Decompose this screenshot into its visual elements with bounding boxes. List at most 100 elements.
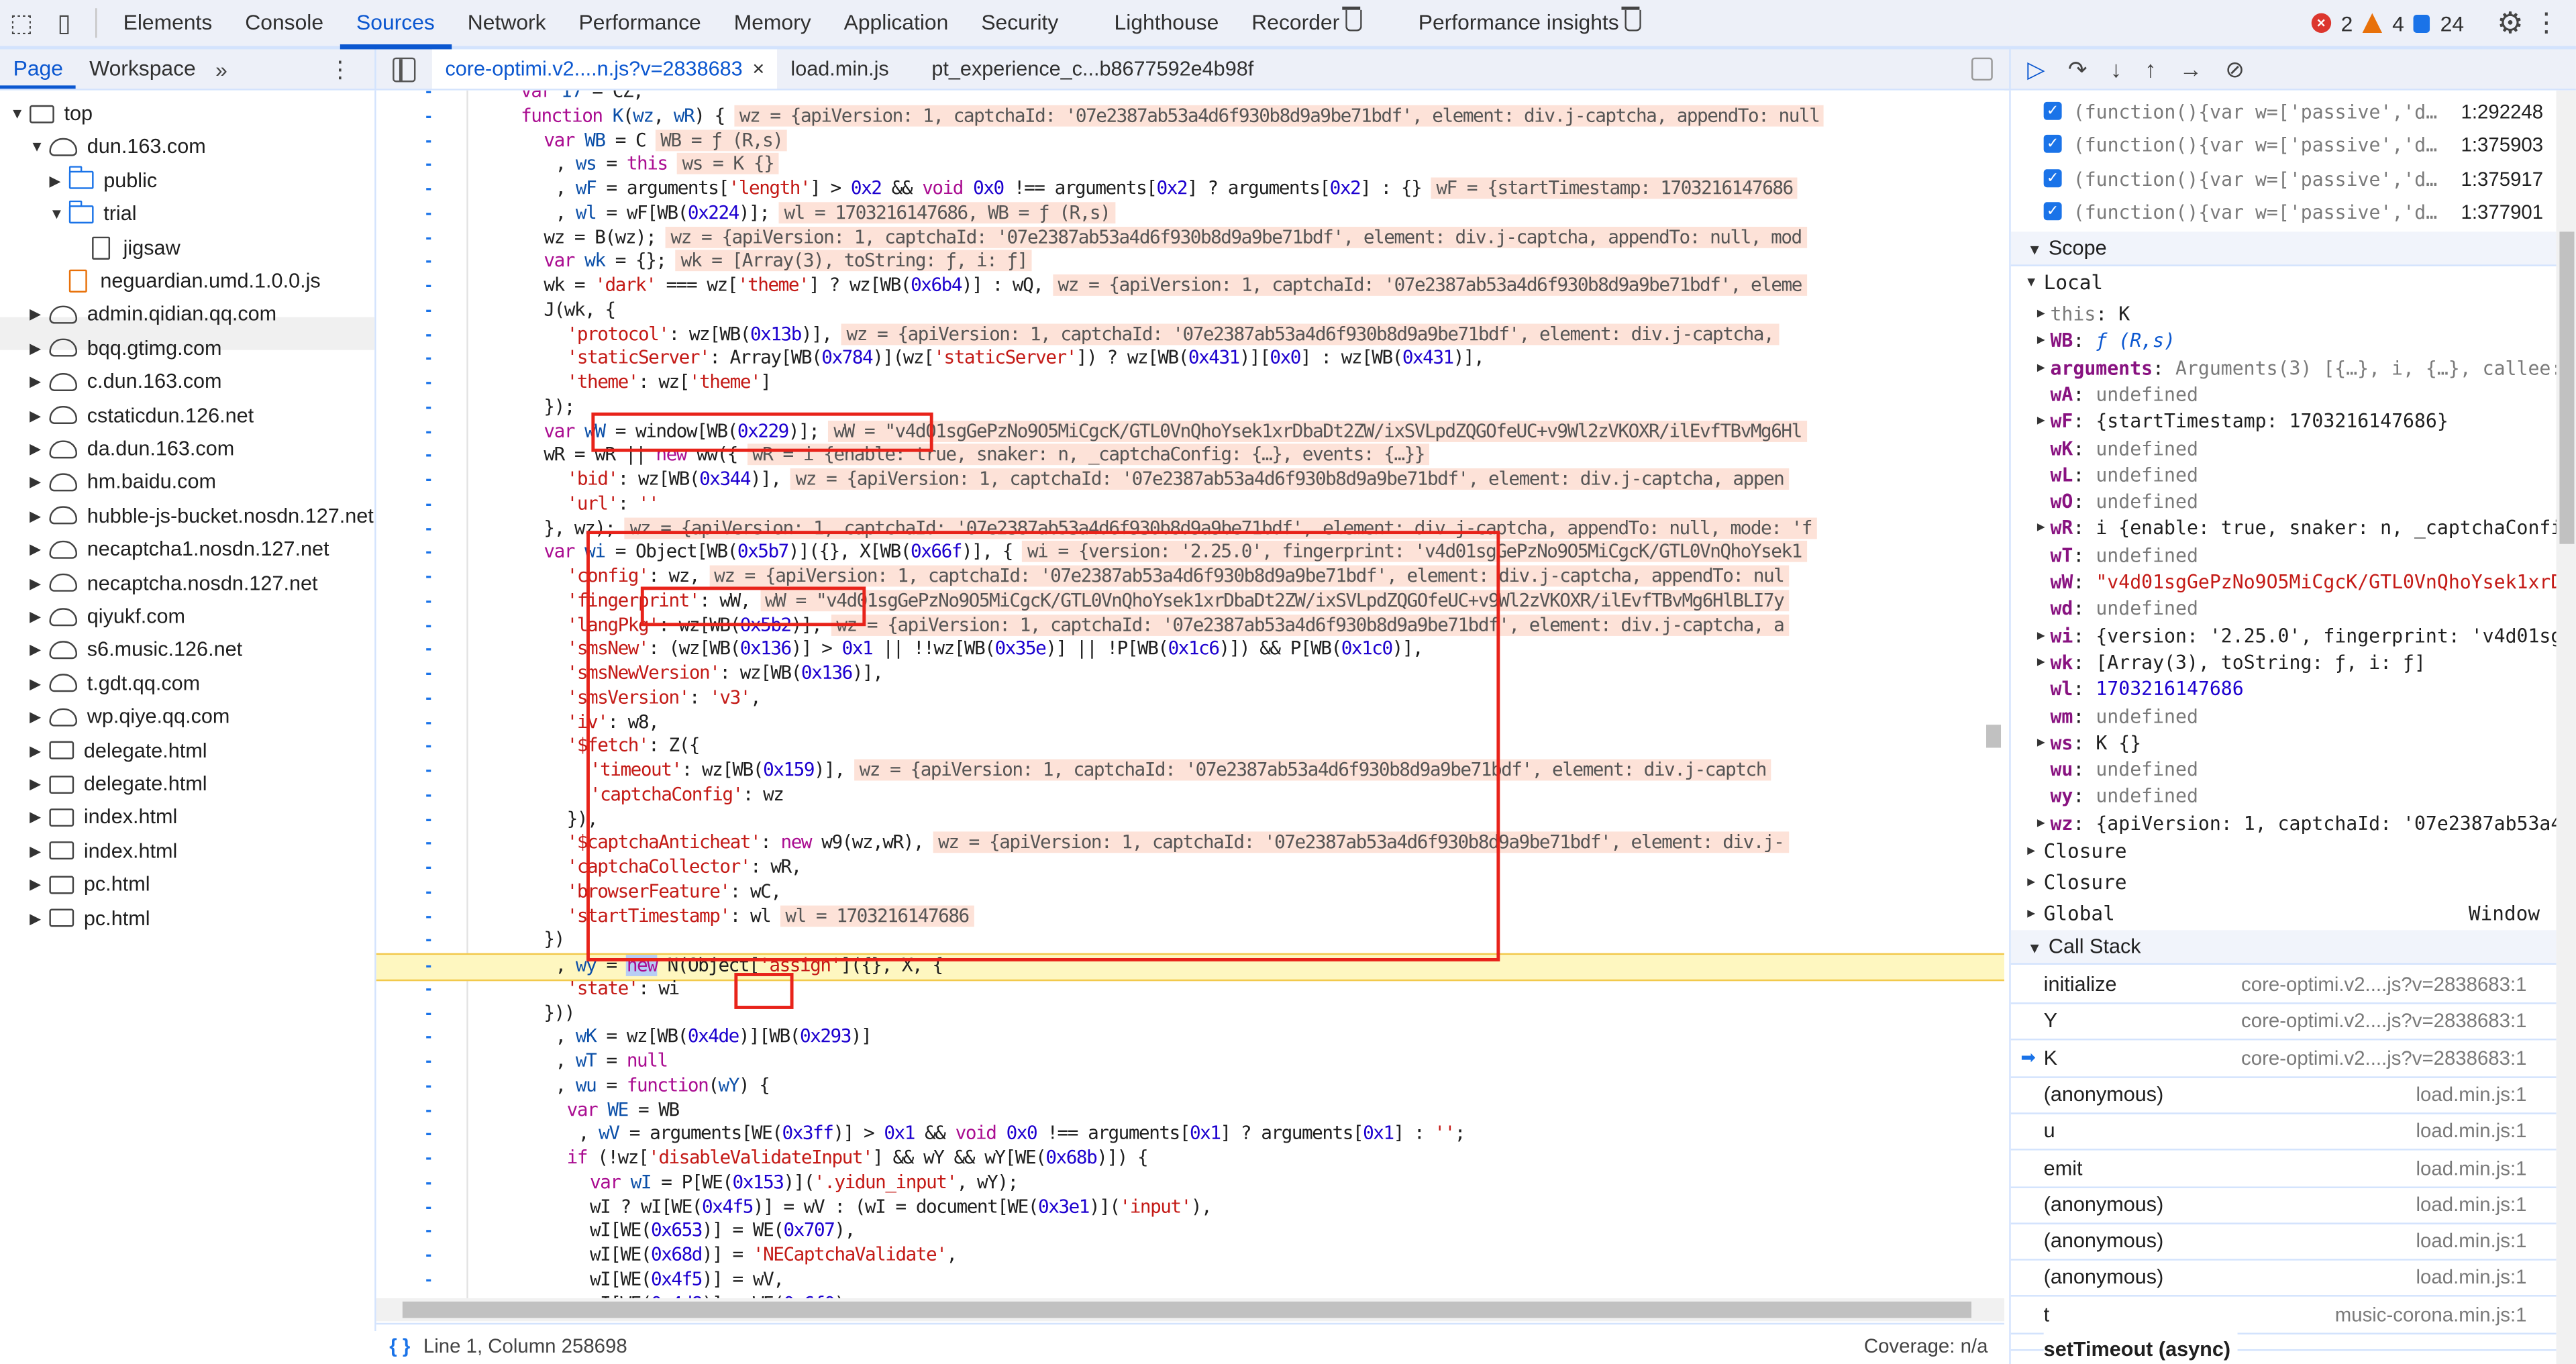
hscroll-thumb[interactable] [402,1301,1971,1318]
line-marker[interactable]: - [425,711,431,735]
line-marker[interactable]: - [425,566,431,590]
expand-triangle-icon[interactable]: ▶ [30,700,46,733]
scope-variable[interactable]: wd: undefined [2011,595,2557,622]
code-line[interactable]: - , ws = this ws = K {} [376,153,2004,177]
device-toolbar-icon[interactable]: ▯ [43,0,86,46]
line-marker[interactable]: - [425,420,431,444]
tree-item[interactable]: ▶ admin.qidian.qq.com [30,298,276,331]
call-frame-location[interactable]: music-corona.min.js:1 [2335,1296,2527,1332]
line-marker[interactable]: - [425,323,431,347]
tab-recorder[interactable]: Recorder [1235,0,1379,46]
tab-performance[interactable]: Performance [562,0,717,46]
scope-variable[interactable]: wW: "v4d01sgGePzNo9O5MiCgcK/GTL0VnQhoYse… [2011,568,2556,595]
expand-triangle-icon[interactable]: ▶ [30,432,46,465]
line-marker[interactable]: - [425,1147,431,1171]
tab-workspace[interactable]: Workspace [76,49,209,89]
call-frame-location[interactable]: load.min.js:1 [2416,1186,2527,1222]
code-line[interactable]: - 'bid': wz[WB(0x344)], wz = {apiVersion: … [376,468,2004,492]
expand-triangle-icon[interactable]: ▶ [30,768,46,800]
line-marker[interactable]: - [425,1026,431,1050]
code-editor[interactable]: - var I7 = CZ; - function K(wz, wR) {wz = {… [376,90,2004,1299]
code-line[interactable]: - wI[WE(0x653)] = WE(0x707), [376,1220,2004,1244]
line-marker[interactable]: - [425,735,431,759]
expand-triangle-icon[interactable]: ▶ [30,298,46,331]
line-marker[interactable]: - [425,1292,431,1298]
breakpoint-item[interactable]: ✓ (function(){var w=['passive','d… 1:29224… [2011,95,2553,128]
line-marker[interactable]: - [425,299,431,323]
line-marker[interactable]: - [425,1220,431,1244]
line-marker[interactable]: - [425,1002,431,1026]
tree-item[interactable]: ▶ t.gdt.qq.com [30,667,200,700]
call-frame[interactable]: (anonymous) load.min.js:1 [2010,1223,2557,1261]
tree-item[interactable]: ▼ top [10,97,93,130]
tree-item[interactable]: ▶ hm.baidu.com [30,466,216,499]
tree-item[interactable]: ▶ necaptcha1.nosdn.127.net [30,533,329,566]
call-frame-location[interactable]: load.min.js:1 [2416,1223,2527,1259]
expand-triangle-icon[interactable]: ▶ [30,801,46,834]
message-count[interactable]: 24 [2440,11,2464,36]
code-line[interactable]: - if (!wz['disableValidateInput'] && wY &… [376,1147,2004,1171]
code-line[interactable]: -})) [376,1002,2004,1026]
code-line[interactable]: - wI[WE(0x4d8)] = WE(0x6f0) [376,1292,2004,1298]
call-stack-section-header[interactable]: ▼ Call Stack [2010,930,2557,965]
line-marker[interactable]: - [425,91,431,105]
expand-triangle-icon[interactable]: ▶ [30,600,46,633]
tree-item[interactable]: ▶ delegate.html [30,734,207,767]
code-line[interactable]: - var WE = WB [376,1098,2004,1122]
line-marker[interactable]: - [425,1268,431,1292]
tree-item[interactable]: ▼ trial [49,197,137,230]
line-marker[interactable]: - [425,274,431,299]
expand-triangle-icon[interactable]: ▶ [2027,837,2043,866]
deactivate-breakpoints-icon[interactable]: ⊘ [2225,55,2245,83]
scope-variable[interactable]: ▶ wi: {version: '2.25.0', fingerprint: 'v… [2011,622,2557,649]
expand-triangle-icon[interactable]: ▶ [30,466,46,499]
scope-variable[interactable]: wu: undefined [2011,756,2557,783]
step-out-icon[interactable]: ↑ [2145,56,2156,82]
tab-memory[interactable]: Memory [717,0,827,46]
line-marker[interactable]: - [425,250,431,274]
tree-item[interactable]: ▶ necaptcha.nosdn.127.net [30,566,317,599]
code-line[interactable]: - , wu = function(wY) { [376,1074,2004,1098]
scope-variable[interactable]: ▶ arguments: Arguments(3) [{…}, i, {…}, c… [2011,354,2557,381]
scope-group-closure[interactable]: ▶ Closure [2011,837,2557,866]
scope-variable[interactable]: ▶ ws: K {} [2011,729,2557,756]
tab-page[interactable]: Page [0,49,77,89]
tree-item[interactable]: ▶ wp.qiye.qq.com [30,700,229,733]
toggle-debugger-icon[interactable] [1971,57,1993,81]
close-tab-icon[interactable]: × [752,58,764,81]
code-line[interactable]: - wI[WE(0x4f5)] = wV, [376,1268,2004,1292]
line-marker[interactable]: - [425,1123,431,1147]
tree-item[interactable]: ▶ da.dun.163.com [30,432,234,465]
sidebar-scroll-thumb[interactable] [2559,231,2575,544]
breakpoint-checkbox[interactable]: ✓ [2043,101,2062,120]
line-marker[interactable]: - [425,226,431,250]
line-marker[interactable]: - [425,1196,431,1220]
scope-variable[interactable]: wL: undefined [2011,462,2557,488]
call-frame[interactable]: initialize core-optimi.v2....js?v=2838683… [2010,966,2557,1004]
warning-icon[interactable] [2363,13,2383,33]
line-marker[interactable]: - [425,784,431,808]
expand-triangle-icon[interactable]: ▶ [30,633,46,666]
tree-item[interactable]: ▶ delegate.html [30,768,207,800]
call-frame[interactable]: (anonymous) load.min.js:1 [2010,1076,2557,1114]
line-marker[interactable]: - [425,517,431,541]
expand-triangle-icon[interactable]: ▶ [49,164,65,197]
expand-triangle-icon[interactable]: ▶ [30,399,46,431]
line-marker[interactable]: - [425,492,431,517]
resume-icon[interactable]: ▷ [2027,55,2045,83]
scope-local-header[interactable]: ▼ Local [2011,268,2557,297]
code-line[interactable]: - , wV = arguments[WE(0x3ff)] > 0x1 && vo… [376,1123,2004,1147]
step-into-icon[interactable]: ↓ [2110,56,2122,82]
message-icon[interactable] [2414,13,2430,32]
collapse-triangle-icon[interactable]: ▼ [49,197,65,230]
call-frame-location[interactable]: load.min.js:1 [2416,1076,2527,1112]
call-frame[interactable]: t music-corona.min.js:1 [2010,1296,2557,1334]
code-line[interactable]: - var wk = {}; wk = [Array(3), toString: ƒ… [376,250,2004,274]
tab-elements[interactable]: Elements [107,0,229,46]
file-tab[interactable]: pt_experience_c...b8677592e4b98f [919,49,1267,89]
line-marker[interactable]: - [425,662,431,686]
editor-vertical-scrollbar[interactable] [1983,91,2004,1298]
line-marker[interactable]: - [425,832,431,856]
scope-variable[interactable]: wy: undefined [2011,783,2557,810]
code-line[interactable]: - 'theme': wz['theme'] [376,372,2004,396]
